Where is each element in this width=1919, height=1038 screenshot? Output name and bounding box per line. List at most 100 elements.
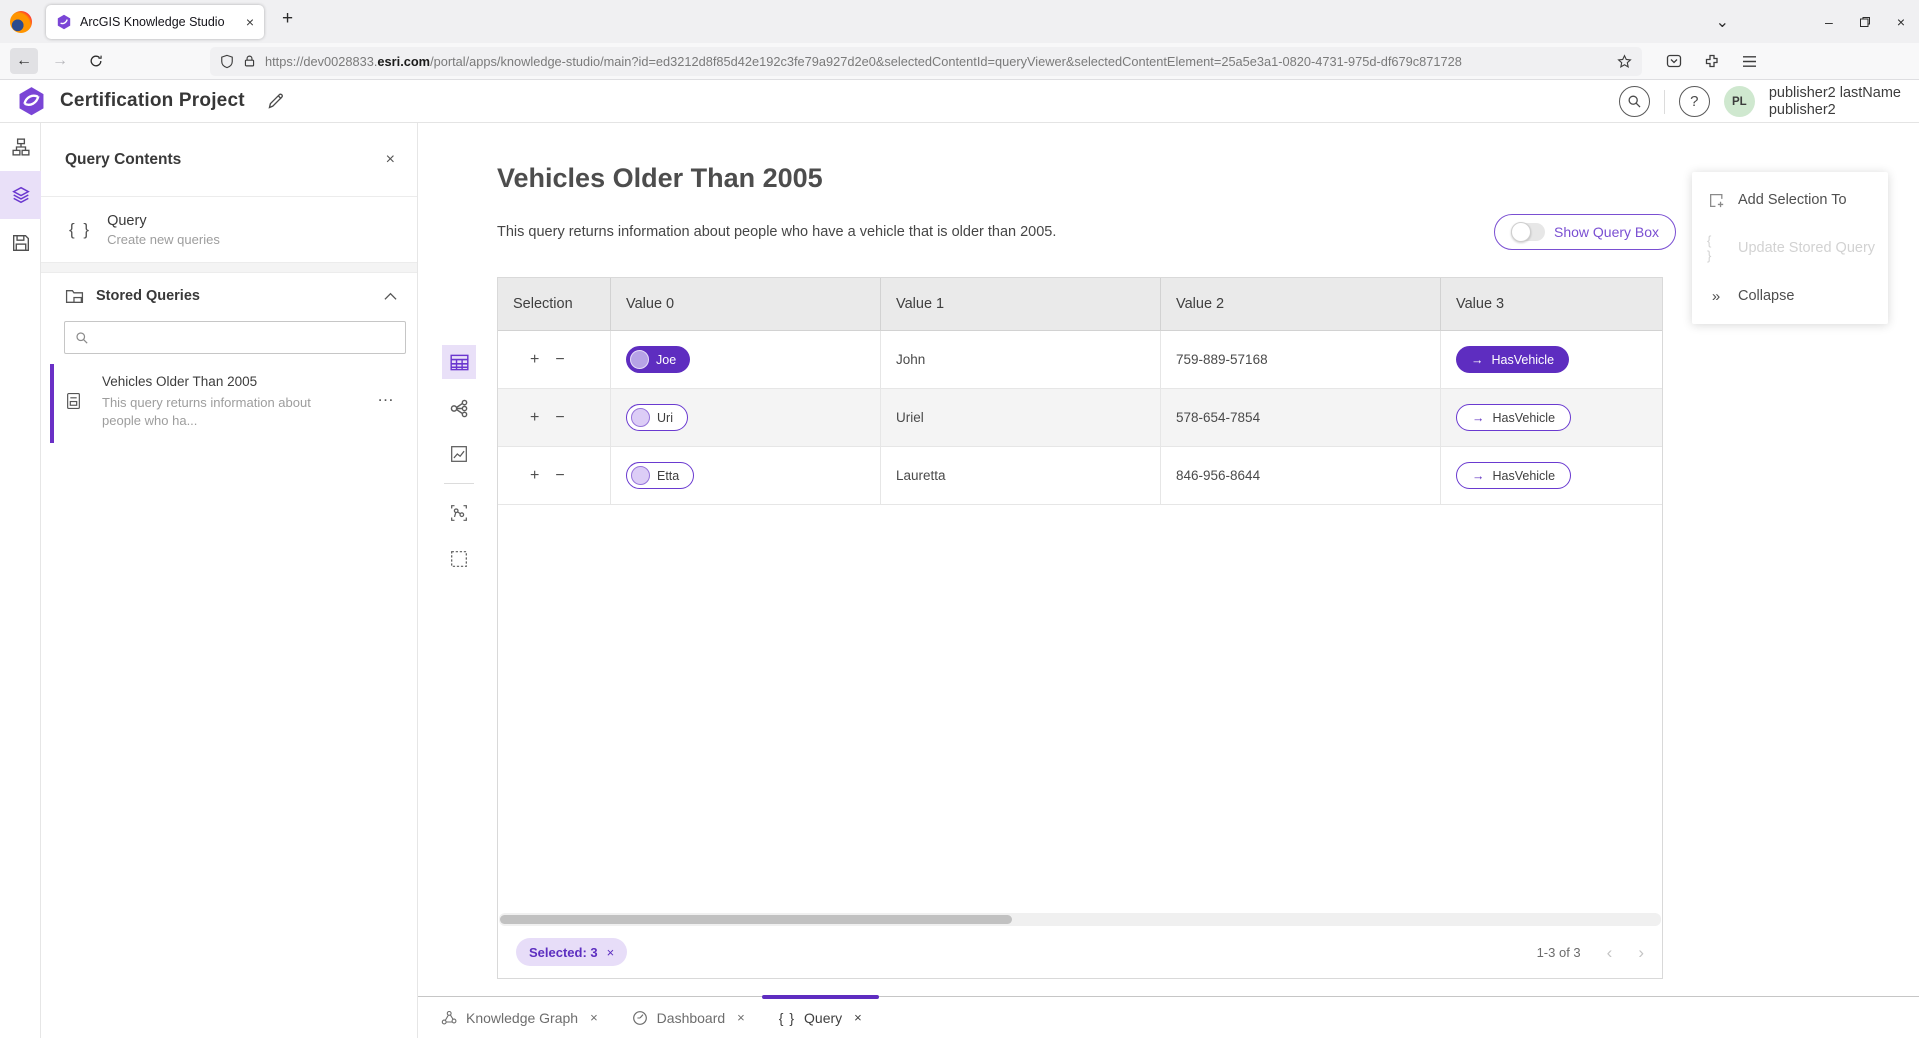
add-selection-button[interactable]: +	[530, 467, 539, 485]
menu-hamburger-icon[interactable]	[1742, 55, 1757, 68]
close-tab-icon[interactable]: ×	[854, 1010, 862, 1025]
relationship-pill[interactable]: →HasVehicle	[1456, 462, 1571, 489]
table-header-row: Selection Value 0 Value 1 Value 2 Value …	[498, 278, 1662, 331]
cell-value2: 759-889-57168	[1161, 331, 1441, 388]
cell-value2: 578-654-7854	[1161, 389, 1441, 446]
browser-tab[interactable]: ArcGIS Knowledge Studio ×	[46, 5, 264, 39]
sidebar-item-layers[interactable]	[0, 171, 41, 219]
remove-selection-button[interactable]: −	[555, 351, 564, 369]
add-selection-button[interactable]: +	[530, 409, 539, 427]
entity-pill[interactable]: Etta	[626, 462, 694, 489]
browser-navbar: ← → https://dev0028833.esri.com/portal/a…	[0, 43, 1919, 80]
tool-divider	[444, 483, 474, 484]
menu-item-add-selection-to[interactable]: Add Selection To	[1692, 176, 1888, 224]
new-link-chart-from-selection-button[interactable]	[442, 496, 476, 530]
back-button[interactable]: ←	[10, 48, 38, 74]
app-logo-icon	[17, 86, 46, 117]
chevron-up-icon[interactable]	[384, 292, 397, 301]
column-header-value2[interactable]: Value 2	[1161, 278, 1441, 330]
show-query-box-toggle[interactable]: Show Query Box	[1494, 214, 1676, 250]
tab-query[interactable]: { } Query ×	[762, 997, 879, 1038]
window-minimize-button[interactable]: –	[1825, 14, 1833, 30]
window-close-button[interactable]: ×	[1897, 14, 1905, 30]
remove-selection-button[interactable]: −	[555, 467, 564, 485]
scrollbar-thumb[interactable]	[500, 915, 1012, 924]
project-title: Certification Project	[60, 90, 245, 112]
table-status-bar: Selected: 3 × 1-3 of 3 ‹ ›	[498, 926, 1662, 978]
forward-button[interactable]: →	[46, 48, 74, 74]
toggle-switch[interactable]	[1511, 223, 1545, 241]
record-range: 1-3 of 3	[1537, 945, 1581, 960]
search-input[interactable]	[97, 330, 395, 345]
search-icon	[75, 331, 89, 345]
edit-title-button[interactable]	[267, 92, 285, 110]
folder-icon	[65, 288, 84, 305]
entity-dot-icon	[631, 466, 650, 485]
arrow-icon: →	[1472, 469, 1485, 483]
selection-tool-button[interactable]	[442, 542, 476, 576]
add-selection-button[interactable]: +	[530, 351, 539, 369]
new-query-item[interactable]: { } Query Create new queries	[41, 197, 417, 263]
tab-knowledge-graph[interactable]: Knowledge Graph ×	[424, 997, 615, 1038]
add-to-link-chart-button[interactable]	[442, 391, 476, 425]
help-button[interactable]: ?	[1679, 86, 1710, 117]
bookmark-star-icon[interactable]	[1617, 54, 1632, 69]
column-header-value3[interactable]: Value 3	[1441, 278, 1662, 330]
table-empty-space	[498, 505, 1662, 913]
avatar[interactable]: PL	[1724, 86, 1755, 117]
table-row[interactable]: + − Uri Uriel 578-654-7854 →HasVehicle	[498, 389, 1662, 447]
stored-query-title: Vehicles Older Than 2005	[102, 374, 401, 389]
pocket-icon[interactable]	[1666, 53, 1682, 69]
sidebar-item-contents-tree[interactable]	[0, 123, 41, 171]
more-options-button[interactable]: …	[377, 386, 395, 406]
selected-chip[interactable]: Selected: 3 ×	[516, 938, 627, 966]
table-view-button[interactable]	[442, 345, 476, 379]
page-title: Vehicles Older Than 2005	[497, 163, 823, 194]
knowledge-graph-icon	[441, 1010, 457, 1026]
prev-page-button[interactable]: ‹	[1607, 944, 1613, 961]
list-tabs-chevron-icon[interactable]: ⌄	[1716, 12, 1729, 32]
entity-pill[interactable]: Joe	[626, 346, 690, 373]
new-tab-button[interactable]: +	[282, 8, 293, 30]
search-button[interactable]	[1619, 86, 1650, 117]
tab-dashboard[interactable]: Dashboard ×	[615, 997, 762, 1038]
clear-selection-icon[interactable]: ×	[607, 945, 615, 960]
close-tab-icon[interactable]: ×	[590, 1010, 598, 1025]
menu-item-collapse[interactable]: » Collapse	[1692, 272, 1888, 320]
firefox-icon[interactable]	[10, 11, 32, 33]
column-header-selection[interactable]: Selection	[498, 278, 611, 330]
chart-view-button[interactable]	[442, 437, 476, 471]
view-tool-column	[441, 345, 477, 588]
lock-icon[interactable]	[243, 54, 256, 68]
remove-selection-button[interactable]: −	[555, 409, 564, 427]
stored-queries-search[interactable]	[64, 321, 406, 354]
add-selection-icon	[1707, 192, 1725, 209]
tab-favicon-icon	[56, 14, 72, 30]
horizontal-scrollbar[interactable]	[499, 913, 1661, 926]
window-restore-button[interactable]	[1859, 16, 1871, 28]
stored-queries-header[interactable]: Stored Queries	[41, 273, 417, 319]
column-header-value0[interactable]: Value 0	[611, 278, 881, 330]
toggle-knob	[1511, 222, 1531, 242]
relationship-pill[interactable]: →HasVehicle	[1456, 404, 1571, 431]
table-row[interactable]: + − Etta Lauretta 846-956-8644 →HasVehic…	[498, 447, 1662, 505]
arrow-icon: →	[1471, 353, 1484, 367]
relationship-pill[interactable]: →HasVehicle	[1456, 346, 1569, 373]
tab-close-icon[interactable]: ×	[246, 14, 254, 30]
stored-query-item[interactable]: Vehicles Older Than 2005 This query retu…	[41, 364, 417, 443]
toggle-label: Show Query Box	[1554, 224, 1659, 240]
extensions-icon[interactable]	[1704, 53, 1720, 69]
table-row[interactable]: + − Joe John 759-889-57168 →HasVehicle	[498, 331, 1662, 389]
entity-pill[interactable]: Uri	[626, 404, 688, 431]
sidebar-item-save[interactable]	[0, 219, 41, 267]
column-header-value1[interactable]: Value 1	[881, 278, 1161, 330]
url-bar[interactable]: https://dev0028833.esri.com/portal/apps/…	[210, 47, 1642, 76]
braces-icon: { }	[1707, 233, 1725, 263]
menu-item-update-stored-query: { } Update Stored Query	[1692, 224, 1888, 272]
reload-button[interactable]	[82, 48, 110, 74]
tracking-shield-icon[interactable]	[220, 54, 234, 69]
next-page-button[interactable]: ›	[1638, 944, 1644, 961]
query-item-subtitle: Create new queries	[107, 232, 220, 247]
close-tab-icon[interactable]: ×	[737, 1010, 745, 1025]
panel-close-icon[interactable]: ×	[386, 151, 395, 169]
